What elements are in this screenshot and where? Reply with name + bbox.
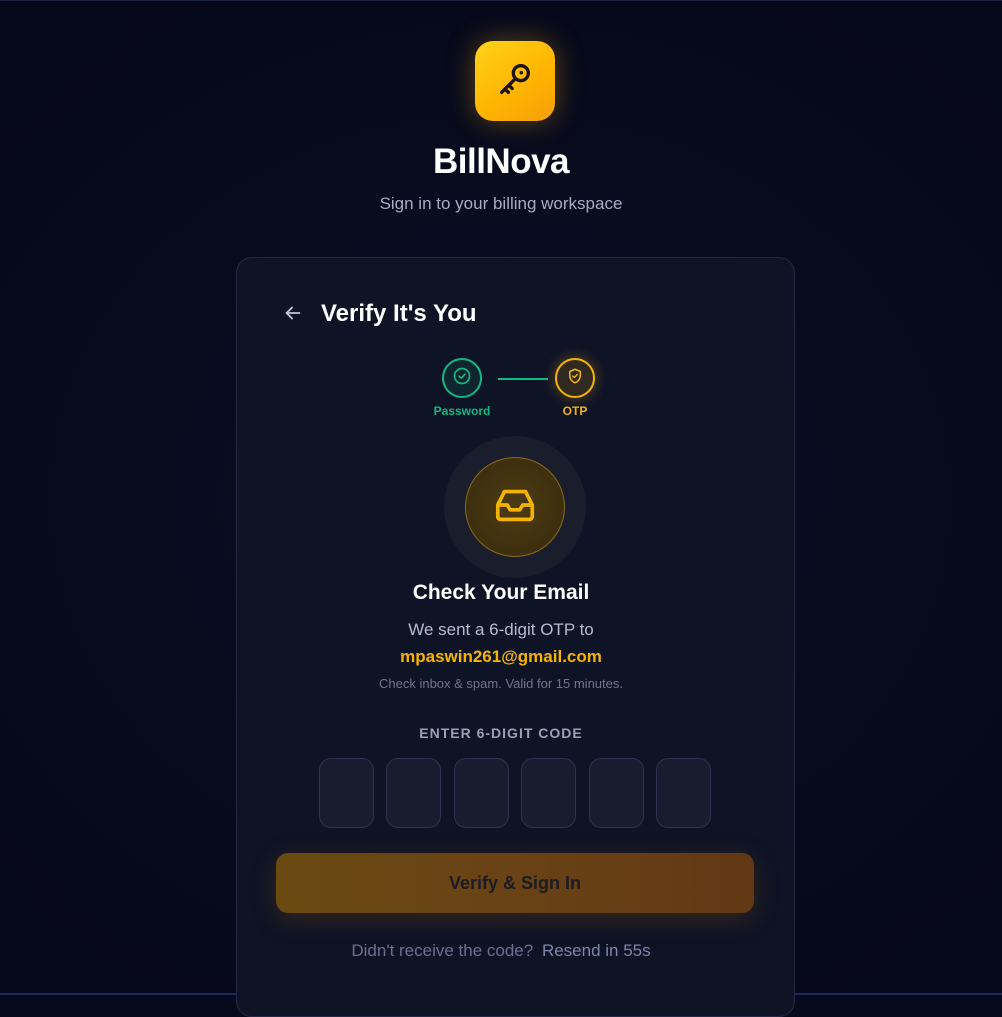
otp-label: ENTER 6-DIGIT CODE (419, 725, 583, 741)
mail-icon-ring (465, 457, 565, 557)
otp-digit-1[interactable] (319, 758, 374, 828)
check-circle-icon (452, 366, 472, 391)
otp-digit-4[interactable] (521, 758, 576, 828)
recipient-email: mpaswin261@gmail.com (400, 647, 602, 666)
step-label-otp: OTP (562, 404, 588, 418)
card-title: Verify It's You (321, 300, 477, 327)
message-title: Check Your Email (412, 581, 590, 604)
step-password (442, 358, 482, 398)
step-otp (555, 358, 595, 398)
resend-prefix: Didn't receive the code? (351, 941, 534, 960)
app-tagline: Sign in to your billing workspace (379, 194, 623, 213)
resend-row: Didn't receive the code? Resend in 55s (0, 941, 1002, 961)
step-connector (498, 378, 548, 380)
otp-digit-6[interactable] (656, 758, 711, 828)
shield-icon (566, 367, 584, 390)
otp-digit-5[interactable] (589, 758, 644, 828)
inbox-icon (492, 482, 538, 533)
back-button[interactable] (280, 302, 306, 328)
brand-logo (475, 41, 555, 121)
message-hint: Check inbox & spam. Valid for 15 minutes… (379, 676, 623, 691)
app-name: BillNova (432, 142, 570, 181)
otp-digit-2[interactable] (386, 758, 441, 828)
step-label-password: Password (433, 404, 491, 418)
arrow-left-icon (282, 302, 304, 329)
key-icon (495, 59, 535, 104)
otp-digit-3[interactable] (454, 758, 509, 828)
message-sent-text: We sent a 6-digit OTP to (408, 620, 594, 639)
verify-sign-in-button[interactable]: Verify & Sign In (276, 853, 754, 913)
resend-link[interactable]: Resend in 55s (542, 941, 651, 960)
